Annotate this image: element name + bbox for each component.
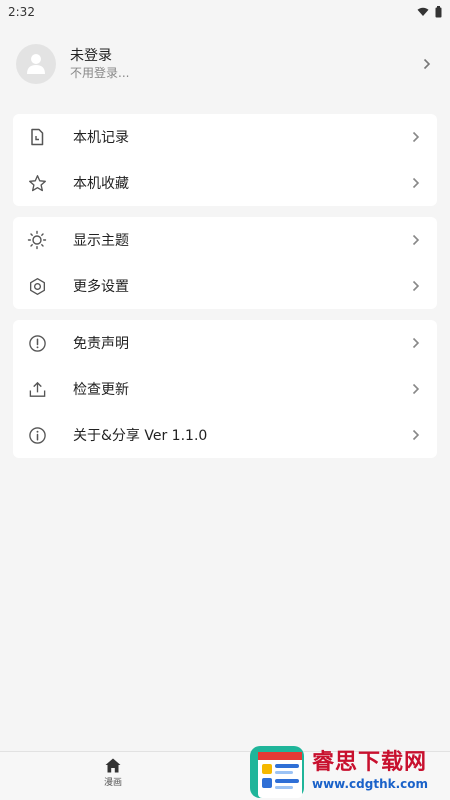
menu-group-display: 显示主题 更多设置 [13,217,437,309]
chevron-right-icon [409,428,423,442]
status-icons [417,6,442,18]
chevron-right-icon [409,130,423,144]
menu-item-about-share[interactable]: 关于&分享 Ver 1.1.0 [13,412,437,458]
menu-item-label: 免责声明 [73,336,129,352]
profile-subtitle: 不用登录... [70,66,130,80]
battery-icon [435,6,442,18]
menu-item-label: 检查更新 [73,382,129,398]
menu-item-local-favorites[interactable]: 本机收藏 [13,160,437,206]
hexagon-settings-icon [27,276,47,296]
profile-text: 未登录 不用登录... [70,47,420,81]
profile-row[interactable]: 未登录 不用登录... [0,26,450,102]
menu-item-label: 本机收藏 [73,176,129,192]
status-time: 2:32 [8,5,35,19]
menu-item-local-history[interactable]: 本机记录 [13,114,437,160]
status-bar: 2:32 [0,0,450,24]
menu-item-label: 显示主题 [73,233,129,249]
chevron-right-icon [409,336,423,350]
menu-item-theme[interactable]: 显示主题 [13,217,437,263]
watermark-logo-icon [250,746,304,798]
sun-icon [27,230,47,250]
chevron-right-icon [409,279,423,293]
profile-name: 未登录 [70,48,112,64]
chevron-right-icon [409,233,423,247]
alert-circle-icon [27,333,47,353]
watermark: 睿思下载网 www.cdgthk.com [248,742,448,800]
info-icon [27,425,47,445]
upload-icon [27,379,47,399]
home-icon [105,758,121,773]
screen: 2:32 未登录 不用登录... 本机记录 本机收藏 显示主题 更多设置 免责声… [0,0,450,800]
menu-item-label: 关于&分享 Ver 1.1.0 [73,428,208,444]
menu-group-about: 免责声明 检查更新 关于&分享 Ver 1.1.0 [13,320,437,458]
star-icon [27,173,47,193]
file-history-icon [27,127,47,147]
menu-item-label: 更多设置 [73,279,129,295]
menu-group-local: 本机记录 本机收藏 [13,114,437,206]
wifi-icon [417,7,429,16]
menu-item-disclaimer[interactable]: 免责声明 [13,320,437,366]
chevron-right-icon [420,57,434,71]
user-icon [27,54,45,74]
nav-item-comics[interactable]: 漫画 [88,758,138,788]
chevron-right-icon [409,176,423,190]
avatar [16,44,56,84]
watermark-title: 睿思下载网 [312,750,428,775]
menu-item-more-settings[interactable]: 更多设置 [13,263,437,309]
watermark-text: 睿思下载网 www.cdgthk.com [312,750,428,792]
chevron-right-icon [409,382,423,396]
menu-item-check-update[interactable]: 检查更新 [13,366,437,412]
watermark-url: www.cdgthk.com [312,777,429,791]
menu-item-label: 本机记录 [73,130,129,146]
nav-item-label: 漫画 [103,778,122,788]
